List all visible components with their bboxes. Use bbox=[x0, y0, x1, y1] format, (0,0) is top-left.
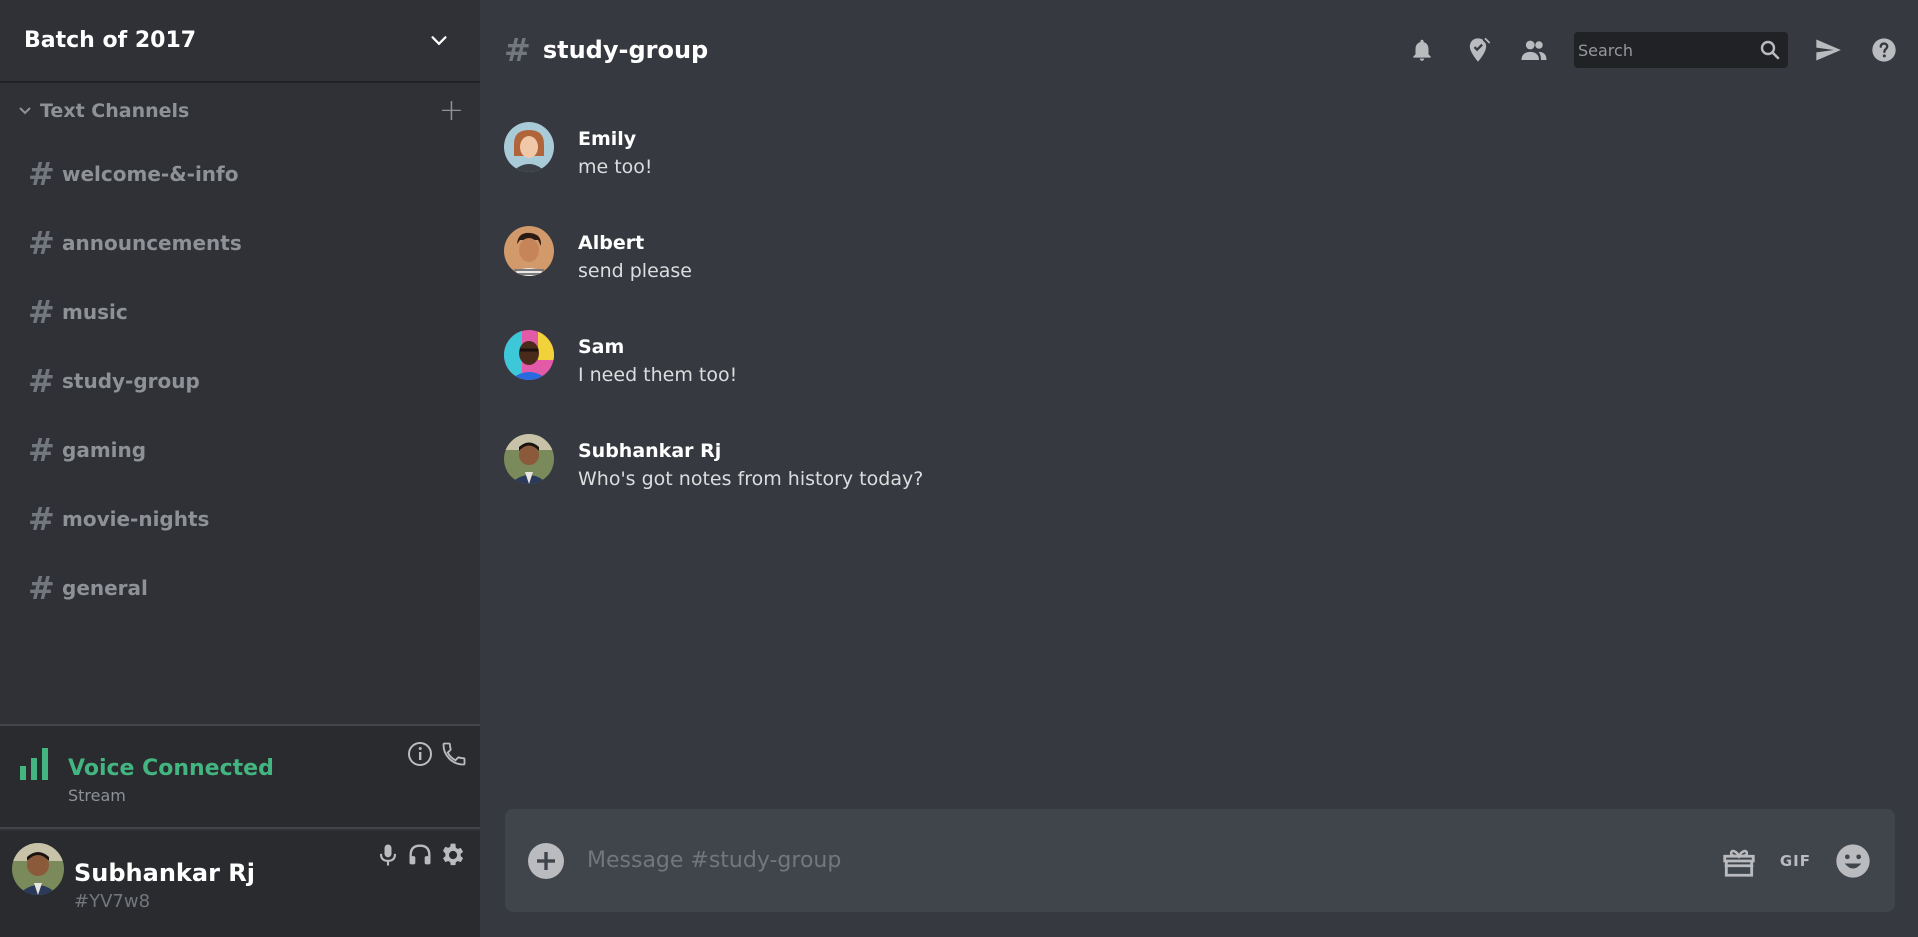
channel-label: announcements bbox=[62, 230, 242, 255]
hash-icon: # bbox=[28, 499, 55, 538]
microphone-icon[interactable] bbox=[374, 841, 402, 869]
avatar[interactable] bbox=[12, 843, 64, 895]
hash-icon: # bbox=[28, 154, 55, 193]
user-panel: Subhankar Rj #YV7w8 bbox=[0, 831, 480, 937]
hash-icon: # bbox=[28, 430, 55, 469]
category-text-channels[interactable]: Text Channels + bbox=[0, 83, 480, 139]
server-name: Batch of 2017 bbox=[24, 28, 197, 53]
channel-item-announcements[interactable]: # announcements bbox=[0, 208, 480, 277]
channel-title: study-group bbox=[542, 36, 709, 64]
message-author[interactable]: Emily bbox=[578, 128, 653, 150]
channel-list: # welcome-&-info # announcements # music… bbox=[0, 139, 480, 622]
message-text: Who's got notes from history today? bbox=[578, 468, 924, 490]
search-icon[interactable] bbox=[1758, 38, 1782, 62]
channel-label: music bbox=[62, 299, 128, 324]
chat-area: # study-group Search Emily me too! Alber… bbox=[480, 0, 1918, 937]
notification-bell-icon[interactable] bbox=[1406, 34, 1438, 66]
channel-label: welcome-&-info bbox=[62, 161, 239, 186]
message-composer: GIF bbox=[505, 809, 1895, 912]
server-header[interactable]: Batch of 2017 bbox=[0, 0, 480, 83]
hash-icon: # bbox=[28, 361, 55, 400]
channel-item-gaming[interactable]: # gaming bbox=[0, 415, 480, 484]
hash-icon: # bbox=[28, 292, 55, 331]
user-discriminator: #YV7w8 bbox=[74, 891, 151, 912]
message-input[interactable] bbox=[587, 848, 1720, 873]
message-item: Albert send please bbox=[504, 226, 1884, 330]
message-item: Sam I need them too! bbox=[504, 330, 1884, 434]
avatar[interactable] bbox=[504, 122, 554, 172]
hash-icon: # bbox=[28, 223, 55, 262]
gear-icon[interactable] bbox=[438, 841, 466, 869]
voice-channel-name: Stream bbox=[68, 786, 126, 805]
channel-label: study-group bbox=[62, 368, 200, 393]
message-text: I need them too! bbox=[578, 364, 738, 386]
channel-item-welcome-info[interactable]: # welcome-&-info bbox=[0, 139, 480, 208]
message-text: me too! bbox=[578, 156, 653, 178]
attach-plus-icon[interactable] bbox=[527, 842, 565, 880]
hash-icon: # bbox=[504, 31, 531, 69]
disconnect-call-icon[interactable] bbox=[440, 740, 468, 768]
message-item: Emily me too! bbox=[504, 122, 1884, 226]
username: Subhankar Rj bbox=[74, 859, 255, 887]
search-input[interactable] bbox=[1578, 40, 1748, 60]
message-author[interactable]: Albert bbox=[578, 232, 692, 254]
channel-item-study-group[interactable]: # study-group bbox=[0, 346, 480, 415]
hash-icon: # bbox=[28, 568, 55, 607]
signal-bars-icon bbox=[20, 748, 48, 780]
chevron-down-icon bbox=[19, 107, 31, 115]
channel-item-movie-nights[interactable]: # movie-nights bbox=[0, 484, 480, 553]
info-icon[interactable] bbox=[406, 740, 434, 768]
gift-icon[interactable] bbox=[1720, 842, 1758, 880]
help-icon[interactable] bbox=[1868, 34, 1900, 66]
voice-connection-panel: Voice Connected Stream bbox=[0, 724, 480, 829]
channel-header: # study-group bbox=[480, 0, 1918, 100]
channel-sidebar: Batch of 2017 Text Channels + # welcome-… bbox=[0, 0, 480, 937]
avatar[interactable] bbox=[504, 434, 554, 484]
message-author[interactable]: Subhankar Rj bbox=[578, 440, 923, 462]
avatar[interactable] bbox=[504, 330, 554, 380]
message-author[interactable]: Sam bbox=[578, 336, 737, 358]
channel-label: movie-nights bbox=[62, 506, 210, 531]
emoji-icon[interactable] bbox=[1833, 841, 1873, 881]
gif-button[interactable]: GIF bbox=[1780, 852, 1811, 870]
channel-label: general bbox=[62, 575, 148, 600]
message-text: send please bbox=[578, 260, 692, 282]
voice-status[interactable]: Voice Connected bbox=[68, 756, 274, 781]
message-list: Emily me too! Albert send please Sam I n… bbox=[504, 122, 1884, 538]
channel-label: gaming bbox=[62, 437, 147, 462]
inbox-send-icon[interactable] bbox=[1812, 34, 1844, 66]
add-channel-icon[interactable]: + bbox=[439, 96, 464, 126]
channel-item-music[interactable]: # music bbox=[0, 277, 480, 346]
message-item: Subhankar Rj Who's got notes from histor… bbox=[504, 434, 1884, 538]
headphones-icon[interactable] bbox=[406, 841, 434, 869]
avatar[interactable] bbox=[504, 226, 554, 276]
category-label: Text Channels bbox=[40, 100, 190, 122]
channel-item-general[interactable]: # general bbox=[0, 553, 480, 622]
member-list-icon[interactable] bbox=[1518, 34, 1550, 66]
pin-icon[interactable] bbox=[1462, 34, 1494, 66]
search-bar[interactable] bbox=[1574, 32, 1788, 68]
chevron-down-icon[interactable] bbox=[428, 30, 450, 52]
